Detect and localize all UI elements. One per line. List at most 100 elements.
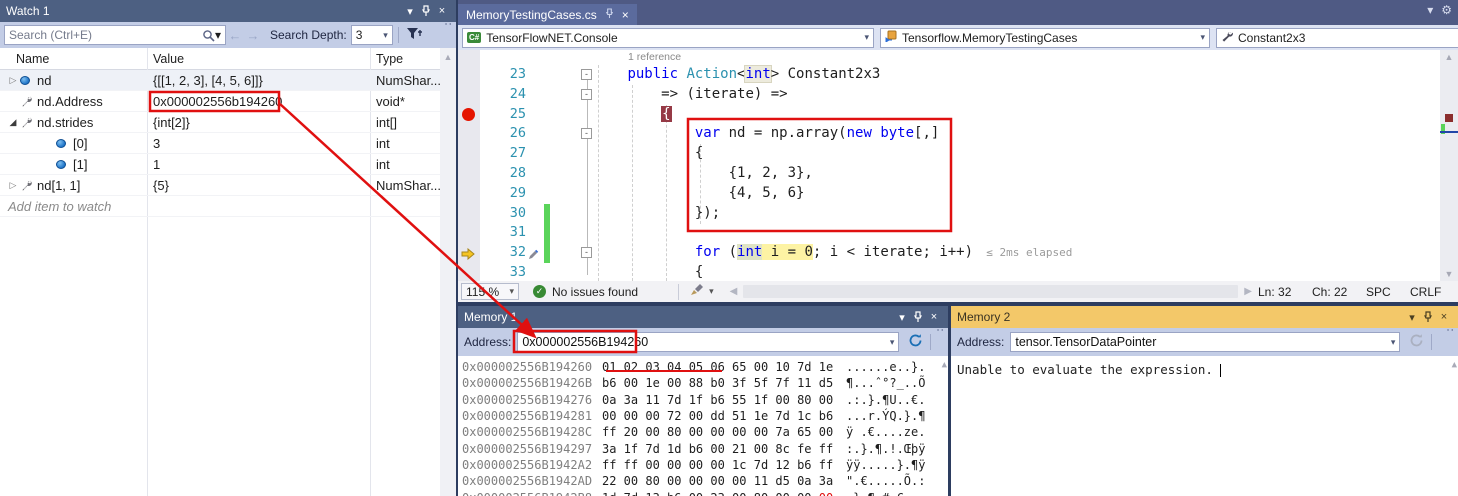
memory-row[interactable]: 0x000002556B1942AD22 00 80 00 00 00 00 1… xyxy=(458,473,948,489)
watch-row[interactable]: ◢nd.strides{int[2]}int[] xyxy=(0,112,440,133)
memory2-message-view[interactable]: Unable to evaluate the expression. ▲ xyxy=(951,356,1458,496)
fold-collapse-icon[interactable]: - xyxy=(581,69,592,80)
memory-row[interactable]: 0x000002556B19426001 02 03 04 05 06 65 0… xyxy=(458,359,948,375)
add-watch-row[interactable]: Add item to watch xyxy=(0,196,440,217)
memory-hex[interactable]: 00 00 00 72 00 dd 51 1e 7d 1c b6 xyxy=(602,408,846,424)
code-line[interactable]: 26 var nd = np.array(new byte[,] xyxy=(458,124,1440,144)
expand-icon[interactable]: ▷ xyxy=(6,75,20,86)
tab-memorytestingcases[interactable]: MemoryTestingCases.cs × xyxy=(458,4,637,25)
search-depth-combo[interactable]: 3 ▾ xyxy=(351,25,393,45)
scroll-down-icon[interactable]: ▼ xyxy=(1440,269,1458,279)
toolbar-overflow-icon[interactable]: ˙˙ xyxy=(444,23,453,34)
memory2-titlebar[interactable]: Memory 2 ▾ × xyxy=(951,306,1458,328)
fold-collapse-icon[interactable]: - xyxy=(581,89,592,100)
scroll-up-icon[interactable]: ▲ xyxy=(1452,360,1457,370)
column-value[interactable]: Value xyxy=(147,52,370,66)
watch-row[interactable]: [0]3int xyxy=(0,133,440,154)
close-icon[interactable]: × xyxy=(434,3,450,19)
codelens-references[interactable]: 1 reference xyxy=(628,51,681,63)
code-line[interactable]: 27 { xyxy=(458,144,1440,164)
address-dropdown-icon[interactable]: ▾ xyxy=(886,337,895,348)
collapse-icon[interactable]: ◢ xyxy=(6,117,20,128)
scroll-up-icon[interactable]: ▲ xyxy=(444,52,453,62)
window-menu-icon[interactable]: ▾ xyxy=(1404,309,1420,325)
health-check-icon[interactable]: ✓ xyxy=(533,285,546,298)
filter-pin-icon[interactable] xyxy=(406,26,423,45)
window-menu-icon[interactable]: ▾ xyxy=(402,3,418,19)
codelens-row[interactable]: 1 reference xyxy=(458,50,1440,65)
watch-header-row[interactable]: Name Value Type xyxy=(0,48,440,70)
code-line[interactable]: 24 => (iterate) => xyxy=(458,85,1440,105)
toolwindow-dropdown-icon[interactable]: ▾ xyxy=(1427,3,1433,17)
back-icon[interactable]: ← xyxy=(226,28,244,43)
tab-pin-icon[interactable] xyxy=(605,8,614,22)
fold-collapse-icon[interactable]: - xyxy=(581,247,592,258)
watch-titlebar[interactable]: Watch 1 ▾ × xyxy=(0,0,456,22)
member-combo[interactable]: Constant2x3 ▾ xyxy=(1216,28,1458,48)
scroll-left-icon[interactable]: ◀ xyxy=(724,286,744,297)
watch-value[interactable]: 1 xyxy=(147,157,370,172)
code-line[interactable]: 23 public Action<int> Constant2x3 xyxy=(458,65,1440,85)
forward-icon[interactable]: → xyxy=(244,28,262,43)
search-dropdown-icon[interactable]: ▾ xyxy=(215,28,221,42)
watch-search-box[interactable]: ▾ xyxy=(4,25,226,45)
memory-hex[interactable]: 1d 7d 13 b6 00 23 00 80 00 00 00 xyxy=(602,490,846,496)
memory2-address-input[interactable] xyxy=(1015,335,1386,349)
close-icon[interactable]: × xyxy=(926,309,942,325)
column-type[interactable]: Type xyxy=(370,52,440,66)
memory-row[interactable]: 0x000002556B1942973a 1f 7d 1d b6 00 21 0… xyxy=(458,441,948,457)
code-line[interactable]: 29 {4, 5, 6} xyxy=(458,184,1440,204)
scroll-up-icon[interactable]: ▲ xyxy=(942,360,947,370)
memory-hex[interactable]: ff 20 00 80 00 00 00 00 7a 65 00 xyxy=(602,424,846,440)
watch-value[interactable]: 3 xyxy=(147,136,370,151)
type-combo[interactable]: Tensorflow.MemoryTestingCases ▾ xyxy=(880,28,1210,48)
memory-hex[interactable]: 3a 1f 7d 1d b6 00 21 00 8c fe ff xyxy=(602,441,846,457)
watch-scrollbar[interactable]: ▲ xyxy=(440,48,456,496)
editor-scrollbar[interactable]: ▲ ▼ xyxy=(1440,50,1458,281)
breakpoint-icon[interactable] xyxy=(462,108,475,121)
gear-icon[interactable]: ⚙ xyxy=(1441,3,1452,17)
cleanup-dropdown-icon[interactable]: ▾ xyxy=(709,286,714,297)
status-eol[interactable]: CRLF xyxy=(1410,285,1450,299)
watch-row[interactable]: nd.Address0x000002556b194260void* xyxy=(0,91,440,112)
scroll-right-icon[interactable]: ▶ xyxy=(1238,286,1258,297)
hscroll-track[interactable] xyxy=(743,285,1238,298)
watch-row[interactable]: [1]1int xyxy=(0,154,440,175)
memory-hex[interactable]: ff ff 00 00 00 00 1c 7d 12 b6 ff xyxy=(602,457,846,473)
status-spc[interactable]: SPC xyxy=(1366,285,1410,299)
pin-icon[interactable] xyxy=(910,309,926,325)
tab-close-icon[interactable]: × xyxy=(622,8,629,22)
horizontal-scrollbar[interactable]: ◀ ▶ xyxy=(724,285,1258,298)
window-menu-icon[interactable]: ▾ xyxy=(894,309,910,325)
watch-value[interactable]: {5} xyxy=(147,178,370,193)
memory-row[interactable]: 0x000002556B19428Cff 20 00 80 00 00 00 0… xyxy=(458,424,948,440)
memory2-address-combo[interactable]: ▾ xyxy=(1010,332,1400,352)
code-line[interactable]: 31 xyxy=(458,223,1440,243)
code-line[interactable]: 28 {1, 2, 3}, xyxy=(458,164,1440,184)
issues-status[interactable]: No issues found xyxy=(552,285,638,299)
code-line[interactable]: 32 for (int i = 0; i < iterate; i++) ≤ 2… xyxy=(458,243,1440,263)
memory-hex[interactable]: b6 00 1e 00 88 b0 3f 5f 7f 11 d5 xyxy=(602,375,846,391)
project-combo[interactable]: C# TensorFlowNET.Console ▾ xyxy=(462,28,874,48)
memory-hex[interactable]: 0a 3a 11 7d 1f b6 55 1f 00 80 00 xyxy=(602,392,846,408)
memory1-titlebar[interactable]: Memory 1 ▾ × xyxy=(458,306,948,328)
column-name[interactable]: Name xyxy=(0,52,147,66)
close-icon[interactable]: × xyxy=(1436,309,1452,325)
memory-row[interactable]: 0x000002556B19428100 00 00 72 00 dd 51 1… xyxy=(458,408,948,424)
memory-row[interactable]: 0x000002556B1942A2ff ff 00 00 00 00 1c 7… xyxy=(458,457,948,473)
watch-value[interactable]: 0x000002556b194260 xyxy=(147,94,370,109)
watch-value[interactable]: {[[1, 2, 3], [4, 5, 6]]} xyxy=(147,73,370,88)
watch-row[interactable]: ▷nd[1, 1]{5}NumShar... xyxy=(0,175,440,196)
memory-hex[interactable]: 01 02 03 04 05 06 65 00 10 7d 1e xyxy=(602,359,846,375)
toolbar-overflow-icon[interactable]: ˙˙ xyxy=(936,329,945,340)
code-line[interactable]: 25 { xyxy=(458,105,1440,125)
search-input[interactable] xyxy=(9,28,202,42)
code-line[interactable]: 33 { xyxy=(458,263,1440,281)
memory-row[interactable]: 0x000002556B19426Bb6 00 1e 00 88 b0 3f 5… xyxy=(458,375,948,391)
code-surface[interactable]: 1 reference 23 public Action<int> Consta… xyxy=(458,50,1440,281)
pin-icon[interactable] xyxy=(1420,309,1436,325)
zoom-combo[interactable]: 115 % ▾ xyxy=(461,283,519,300)
code-cleanup-icon[interactable] xyxy=(690,283,705,300)
fold-collapse-icon[interactable]: - xyxy=(581,128,592,139)
memory1-address-combo[interactable]: ▾ xyxy=(517,332,899,352)
